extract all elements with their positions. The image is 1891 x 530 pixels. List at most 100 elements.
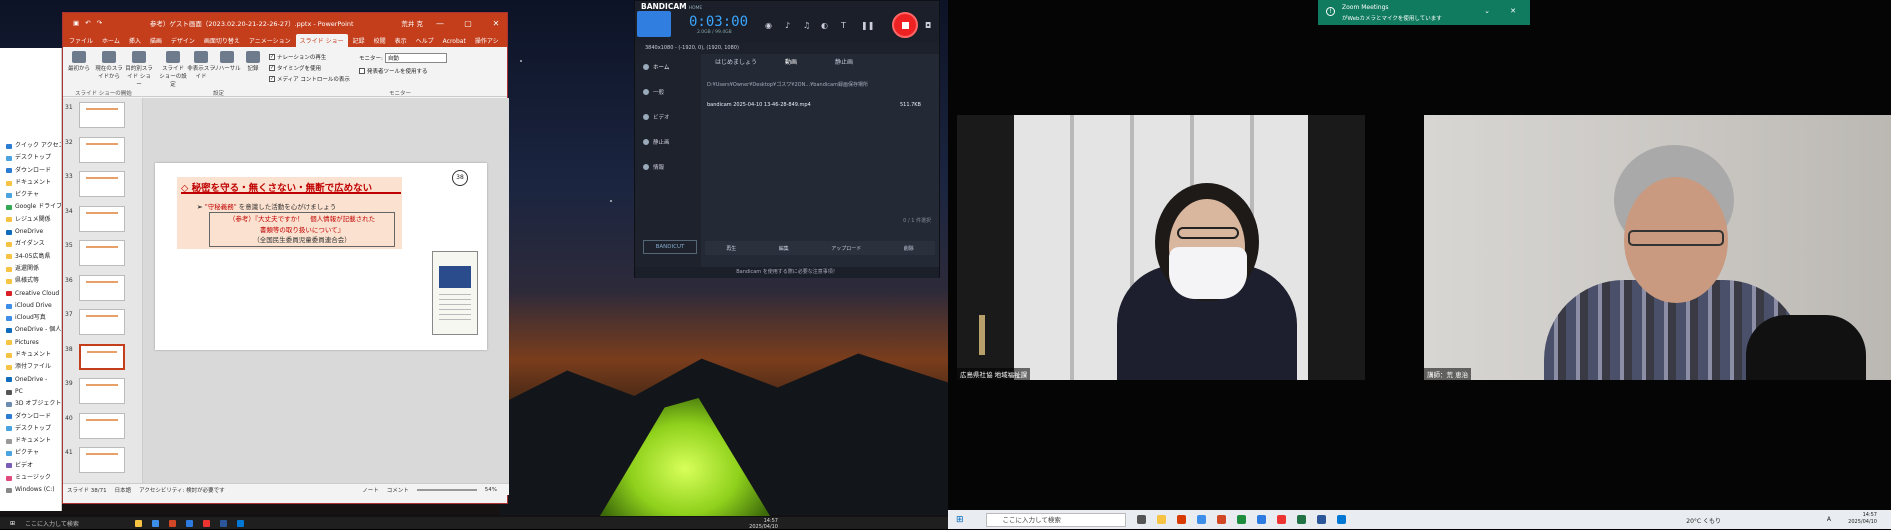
excel-icon[interactable]	[1296, 515, 1306, 524]
tab-7[interactable]: スライド ショー	[295, 34, 348, 47]
zoom-notification[interactable]: ! Zoom Meetings がWebカメラとマイクを使用しています ⌄ ✕	[1318, 0, 1530, 25]
explorer-item[interactable]: デスクトップ	[0, 423, 61, 435]
ime-indicator[interactable]: A	[1827, 516, 1831, 523]
output-path[interactable]: D:¥Users¥Owner¥Desktop¥ゴスワ¥2ON...¥bandic…	[705, 79, 933, 91]
edit-button[interactable]: 編集	[779, 245, 789, 252]
bandicam-footer[interactable]: Bandicam を使用する際に必要な注意事項！	[635, 267, 939, 278]
slide-thumbnail[interactable]	[79, 171, 125, 197]
explorer-item[interactable]: 返還関係	[0, 263, 61, 275]
slide-thumbnail[interactable]	[79, 309, 125, 335]
user-name[interactable]: 荒井 克	[401, 18, 423, 28]
zoom-slider[interactable]	[416, 488, 477, 491]
tab-3[interactable]: 描画	[146, 34, 166, 47]
tab-10[interactable]: 表示	[391, 34, 411, 47]
tab-9[interactable]: 校閲	[370, 34, 390, 47]
chevron-down-icon[interactable]: ⌄	[1484, 7, 1490, 15]
chrome-icon[interactable]	[1236, 515, 1246, 524]
stop-record-button[interactable]	[892, 12, 918, 38]
explorer-item[interactable]: ミュージック	[0, 472, 61, 484]
bandicam-icon[interactable]	[203, 519, 211, 527]
speaker-icon[interactable]: ♪	[785, 21, 790, 30]
tab-image[interactable]: 静止画	[835, 57, 853, 66]
tab-11[interactable]: ヘルプ	[412, 34, 438, 47]
explorer-item[interactable]: クイック アクセス	[0, 140, 61, 152]
maximize-icon[interactable]: ▢	[457, 19, 479, 28]
powerpoint-icon[interactable]	[1216, 515, 1226, 524]
outlook-icon[interactable]	[237, 519, 245, 527]
zoom-icon[interactable]	[1256, 515, 1266, 524]
bandicam-nav-item[interactable]: 一般	[635, 79, 701, 104]
office-icon[interactable]	[1176, 515, 1186, 524]
accessibility-status[interactable]: アクセシビリティ: 検討が必要です	[139, 486, 225, 494]
monitor-select[interactable]: モニター: 自動	[359, 53, 447, 63]
explorer-item[interactable]: ピクチャ	[0, 189, 61, 201]
pause-icon[interactable]: ❚❚	[861, 21, 874, 30]
tab-5[interactable]: 画面切り替え	[200, 34, 244, 47]
current-slide[interactable]: ◇ 秘密を守る・無くさない・無断で広めない ➢ "守秘義務" を意識した活動を心…	[155, 163, 487, 350]
slide-thumbnail[interactable]	[79, 240, 125, 266]
custom-show-button[interactable]: 目的別スライド ショー	[125, 51, 153, 88]
upload-button[interactable]: アップロード	[831, 245, 861, 252]
video-tile-participant-2[interactable]: 講師：荒 恵治	[1424, 115, 1891, 380]
record-button[interactable]: 記録	[239, 51, 267, 72]
bandicam-nav-item[interactable]: 静止画	[635, 129, 701, 154]
edge-icon[interactable]	[152, 519, 160, 527]
tab-6[interactable]: アニメーション	[245, 34, 295, 47]
explorer-item[interactable]: ドキュメント	[0, 177, 61, 189]
explorer-item[interactable]: Creative Cloud	[0, 288, 61, 300]
bandicam-icon[interactable]	[1276, 515, 1286, 524]
explorer-item[interactable]: ドキュメント	[0, 435, 61, 447]
tab-get-started[interactable]: はじめましょう	[715, 57, 757, 66]
close-icon[interactable]: ✕	[485, 19, 507, 28]
slide-thumbnail[interactable]	[79, 205, 125, 232]
explorer-item[interactable]: OneDrive	[0, 226, 61, 238]
slide-thumbnail[interactable]	[79, 378, 125, 404]
explorer-item[interactable]: OneDrive - 個人用	[0, 324, 61, 336]
notes-button[interactable]: ノート	[362, 486, 379, 494]
screen-mode-button[interactable]	[637, 11, 671, 37]
timing-checkbox[interactable]: ✓ タイミングを使用	[269, 64, 321, 72]
explorer-item[interactable]: ダウンロード	[0, 411, 61, 423]
slide-thumbnail[interactable]	[79, 102, 125, 128]
close-icon[interactable]: ✕	[1510, 7, 1516, 15]
bandicam-nav-item[interactable]: 情報	[635, 154, 701, 179]
media-controls-checkbox[interactable]: ✓ メディア コントロールの表示	[269, 75, 350, 83]
taskbar-search-right[interactable]: ここに入力して検索	[985, 512, 1126, 527]
task-view-icon[interactable]	[1136, 515, 1146, 524]
explorer-item[interactable]: レジュメ関係	[0, 214, 61, 226]
tab-1[interactable]: ホーム	[98, 34, 124, 47]
right-clock[interactable]: 14:57 2025/04/10	[1848, 512, 1877, 526]
from-start-button[interactable]: 最初から	[65, 51, 93, 72]
redo-icon[interactable]: ↷	[97, 19, 102, 27]
zoom-icon[interactable]	[186, 519, 194, 527]
explorer-item[interactable]: ビデオ	[0, 460, 61, 472]
tab-video[interactable]: 動画	[785, 57, 797, 66]
undo-icon[interactable]: ↶	[85, 19, 90, 27]
slide-thumbnail[interactable]	[79, 136, 125, 163]
explorer-item[interactable]: iCloud写真	[0, 312, 61, 324]
slide-thumbnail[interactable]	[79, 412, 125, 439]
text-icon[interactable]: T	[841, 21, 846, 30]
windows-start-icon[interactable]: ⊞	[956, 515, 964, 525]
bandicam-nav-item[interactable]: ホーム	[635, 54, 701, 79]
zoom-level[interactable]: 54%	[485, 487, 497, 493]
file-row[interactable]: bandicam 2025-04-10 13-46-28-849.mp4 511…	[705, 99, 933, 111]
rehearse-button[interactable]: リハーサル	[213, 51, 241, 72]
bandicam-nav-item[interactable]: ビデオ	[635, 104, 701, 129]
comments-button[interactable]: コメント	[387, 486, 409, 494]
explorer-item[interactable]: Windows (C:)	[0, 484, 61, 496]
presenter-view-checkbox[interactable]: 発表者ツールを使用する	[359, 67, 428, 75]
cursor-icon[interactable]: ◐	[821, 21, 828, 30]
tab-4[interactable]: デザイン	[167, 34, 199, 47]
explorer-item[interactable]: PC	[0, 386, 61, 398]
play-button[interactable]: 再生	[726, 245, 736, 252]
tab-13[interactable]: 操作アシ	[471, 34, 503, 47]
explorer-item[interactable]: ピクチャ	[0, 447, 61, 459]
windows-start-icon[interactable]: ⊞	[10, 520, 15, 527]
tab-12[interactable]: Acrobat	[439, 36, 470, 47]
narration-checkbox[interactable]: ✓ ナレーションの再生	[269, 53, 326, 61]
delete-button[interactable]: 削除	[904, 245, 914, 252]
explorer-item[interactable]: ドキュメント	[0, 349, 61, 361]
mic-icon[interactable]: ♫	[803, 21, 810, 30]
explorer-item[interactable]: Google ドライブ	[0, 201, 61, 213]
